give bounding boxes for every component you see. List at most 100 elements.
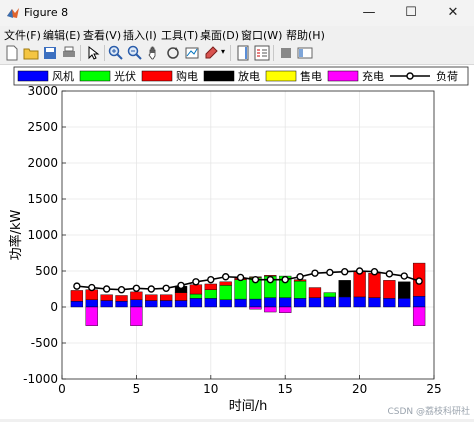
load-point [102, 285, 111, 293]
bar-风机 [412, 295, 426, 308]
new-figure-icon[interactable] [4, 45, 20, 61]
load-point [207, 275, 215, 284]
y-tick-label: 1500 [27, 192, 58, 206]
legend-label: 售电 [300, 69, 322, 83]
x-tick-label: 5 [133, 382, 141, 396]
load-point [296, 273, 304, 281]
watermark: CSDN @荔枝科研社 [387, 407, 470, 417]
legend-swatch [17, 70, 49, 82]
load-point [266, 275, 275, 284]
bar-光伏 [204, 289, 217, 299]
menu-insert[interactable]: 插入(I) [123, 27, 157, 43]
menu-window[interactable]: 窗口(W) [241, 27, 282, 43]
legend[interactable]: 风机 光伏 购电 放电 售电 充电 负荷 [13, 66, 469, 86]
brush-icon[interactable] [203, 45, 219, 61]
bar-购电 [100, 294, 113, 301]
close-button[interactable]: ✕ [432, 0, 474, 26]
bar-风机 [264, 297, 277, 308]
menu-help[interactable]: 帮助(H) [286, 27, 325, 43]
legend-swatch [79, 70, 111, 82]
load-point [132, 284, 141, 292]
y-ticks: -1000 -500 0 500 1000 1500 2000 2500 3000 [23, 84, 66, 386]
bar-风机 [115, 301, 128, 308]
bar-光伏 [293, 280, 307, 299]
y-tick-label: -1000 [23, 372, 58, 386]
maximize-button[interactable]: ☐ [390, 0, 432, 26]
legend-swatch [265, 70, 297, 82]
y-tick-label: 500 [35, 264, 58, 278]
load-point [400, 272, 408, 280]
bar-购电 [308, 287, 322, 298]
zoom-in-icon[interactable] [108, 45, 124, 61]
bar-风机 [308, 297, 322, 308]
data-cursor-icon[interactable] [184, 45, 200, 61]
bar-光伏 [234, 279, 247, 300]
load-point [162, 284, 170, 292]
load-point [236, 273, 245, 282]
bar-风机 [85, 299, 98, 308]
x-tick-label: 10 [203, 382, 218, 396]
bar-风机 [174, 300, 188, 308]
load-point [326, 268, 334, 277]
bar-购电 [189, 284, 203, 295]
pan-icon[interactable] [146, 45, 162, 61]
load-point [251, 275, 260, 284]
window-title: Figure 8 [24, 6, 69, 19]
menu-file[interactable]: 文件(F) [4, 27, 41, 43]
load-point [311, 269, 319, 277]
y-tick-label: 1000 [27, 228, 58, 242]
bar-风机 [398, 298, 411, 308]
legend-label: 光伏 [114, 69, 136, 83]
print-icon[interactable] [61, 45, 77, 61]
minimize-button[interactable]: — [348, 0, 390, 26]
bar-风机 [249, 298, 262, 308]
load-point [192, 278, 200, 286]
load-point [341, 268, 349, 276]
bar-充电 [264, 306, 277, 313]
legend-label: 放电 [238, 69, 260, 83]
stacked-bar-chart[interactable]: 0 5 10 15 20 25 -1000 -500 0 500 1000 1500 2000 2500… [0, 65, 474, 419]
menu-view[interactable]: 查看(V) [83, 27, 121, 43]
bar-购电 [145, 294, 158, 301]
matlab-icon [7, 8, 19, 18]
bar-充电 [85, 306, 98, 326]
bar-风机 [383, 298, 396, 308]
zoom-out-icon[interactable] [127, 45, 143, 61]
bar-光伏 [219, 285, 232, 300]
bar-充电 [279, 306, 292, 313]
load-point [221, 273, 230, 281]
save-icon[interactable] [42, 45, 58, 61]
legend-label: 购电 [176, 69, 198, 83]
load-point [177, 281, 185, 290]
open-file-icon[interactable] [23, 45, 39, 61]
brush-dropdown-icon[interactable]: ▾ [221, 47, 225, 56]
load-point [147, 285, 155, 293]
menu-desktop[interactable]: 桌面(D) [200, 27, 239, 43]
rotate-icon[interactable] [165, 45, 181, 61]
hide-plot-tools-icon[interactable] [278, 45, 294, 61]
bar-风机 [234, 298, 247, 308]
load-point [281, 275, 289, 284]
x-tick-label: 20 [352, 382, 367, 396]
bar-购电 [219, 281, 232, 286]
bar-风机 [219, 299, 232, 308]
menu-tools[interactable]: 工具(T) [161, 27, 198, 43]
legend-swatch [141, 70, 173, 82]
colorbar-icon[interactable] [235, 45, 251, 61]
bar-风机 [293, 298, 307, 308]
legend-label: 充电 [362, 69, 384, 83]
figure-canvas: 0 5 10 15 20 25 -1000 -500 0 500 1000 1500 2000 2500… [0, 65, 474, 419]
pointer-icon[interactable] [85, 45, 101, 61]
bar-购电 [383, 280, 396, 299]
load-point [117, 286, 126, 294]
show-plot-tools-icon[interactable] [297, 45, 313, 61]
bar-购电 [264, 275, 277, 277]
load-point [385, 270, 394, 278]
menu-edit[interactable]: 编辑(E) [43, 27, 81, 43]
legend-icon[interactable] [254, 45, 270, 61]
bar-购电 [204, 283, 217, 290]
bar-风机 [279, 297, 292, 308]
bar-光伏 [323, 292, 336, 298]
bar-购电 [174, 292, 188, 301]
load-point [88, 283, 96, 292]
